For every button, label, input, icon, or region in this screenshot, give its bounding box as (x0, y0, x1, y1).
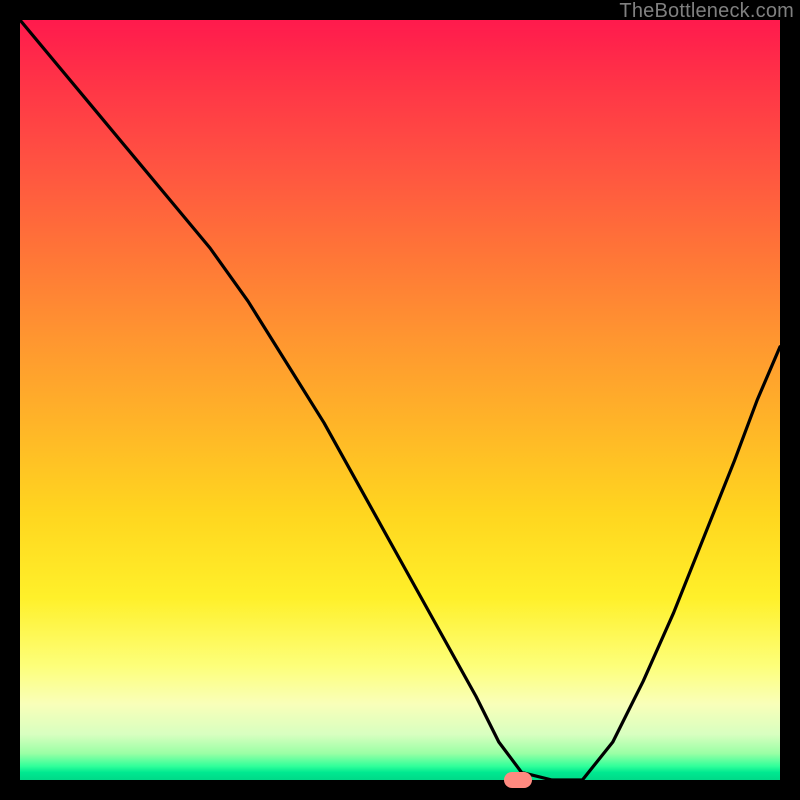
marker-pill-icon (504, 772, 532, 788)
plot-area (20, 20, 780, 780)
curve-line (20, 20, 780, 780)
line-chart-svg (20, 20, 780, 780)
chart-container: TheBottleneck.com (0, 0, 800, 800)
